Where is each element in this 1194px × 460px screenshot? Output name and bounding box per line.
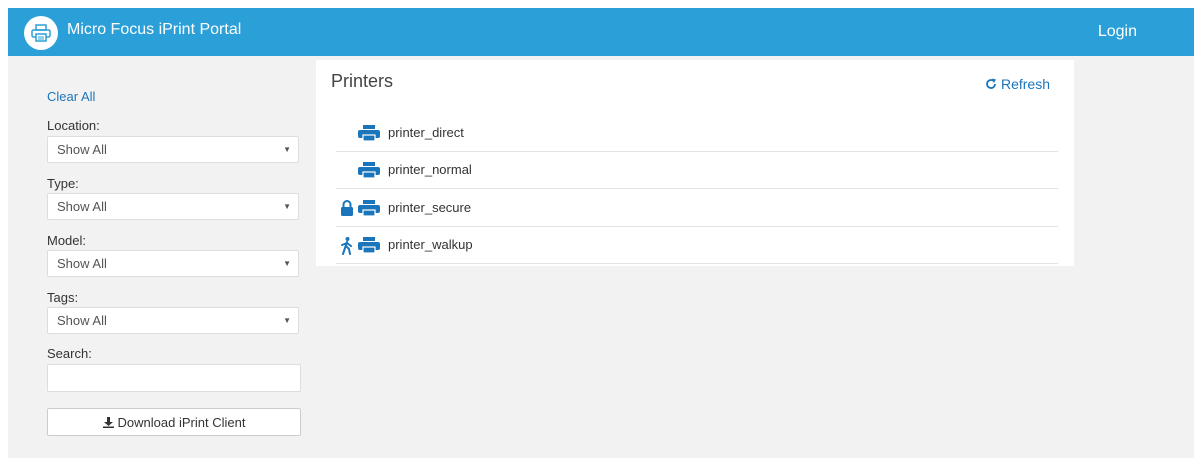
printer-icon (31, 24, 51, 42)
logo (24, 16, 58, 50)
clear-all-link[interactable]: Clear All (47, 89, 95, 104)
lock-icon (341, 200, 353, 216)
download-icon (102, 416, 114, 428)
printer-item[interactable]: printer_normal (336, 152, 1058, 189)
tags-select-value: Show All (57, 313, 107, 328)
refresh-button[interactable]: Refresh (985, 76, 1050, 92)
printer-icon (358, 162, 380, 178)
printer-item[interactable]: printer_secure (336, 190, 1058, 227)
location-label: Location: (47, 118, 100, 133)
printer-name: printer_normal (388, 162, 472, 177)
walking-person-icon (341, 237, 352, 255)
model-label: Model: (47, 233, 87, 248)
refresh-label: Refresh (1000, 76, 1050, 92)
printer-name: printer_secure (388, 200, 472, 215)
top-bar: Micro Focus iPrint Portal Login (8, 8, 1194, 56)
printer-name: printer_walkup (388, 237, 473, 252)
printer-item[interactable]: printer_direct (336, 115, 1058, 152)
tags-select[interactable]: Show All ▼ (47, 307, 299, 334)
type-select[interactable]: Show All ▼ (47, 193, 299, 220)
download-client-label: Download iPrint Client (117, 414, 246, 430)
login-link[interactable]: Login (1098, 23, 1137, 41)
caret-down-icon: ▼ (283, 145, 291, 154)
app-title: Micro Focus iPrint Portal (67, 21, 242, 38)
model-select-value: Show All (57, 256, 107, 271)
search-label: Search: (47, 346, 92, 361)
printer-icon (358, 200, 380, 216)
printer-item[interactable]: printer_walkup (336, 227, 1058, 264)
caret-down-icon: ▼ (283, 202, 291, 211)
printer-name: printer_direct (388, 125, 464, 140)
printers-panel: Printers Refresh printer_direct printer_… (316, 60, 1074, 266)
download-client-button[interactable]: Download iPrint Client (47, 408, 301, 436)
caret-down-icon: ▼ (283, 259, 291, 268)
search-input[interactable] (47, 364, 301, 392)
printer-icon (358, 237, 380, 253)
printer-icon (358, 125, 380, 141)
page-title: Printers (331, 71, 394, 91)
tags-label: Tags: (47, 290, 79, 305)
refresh-icon (986, 78, 996, 89)
location-select-value: Show All (57, 142, 107, 157)
type-label: Type: (47, 176, 79, 191)
model-select[interactable]: Show All ▼ (47, 250, 299, 277)
caret-down-icon: ▼ (283, 316, 291, 325)
type-select-value: Show All (57, 199, 107, 214)
location-select[interactable]: Show All ▼ (47, 136, 299, 163)
